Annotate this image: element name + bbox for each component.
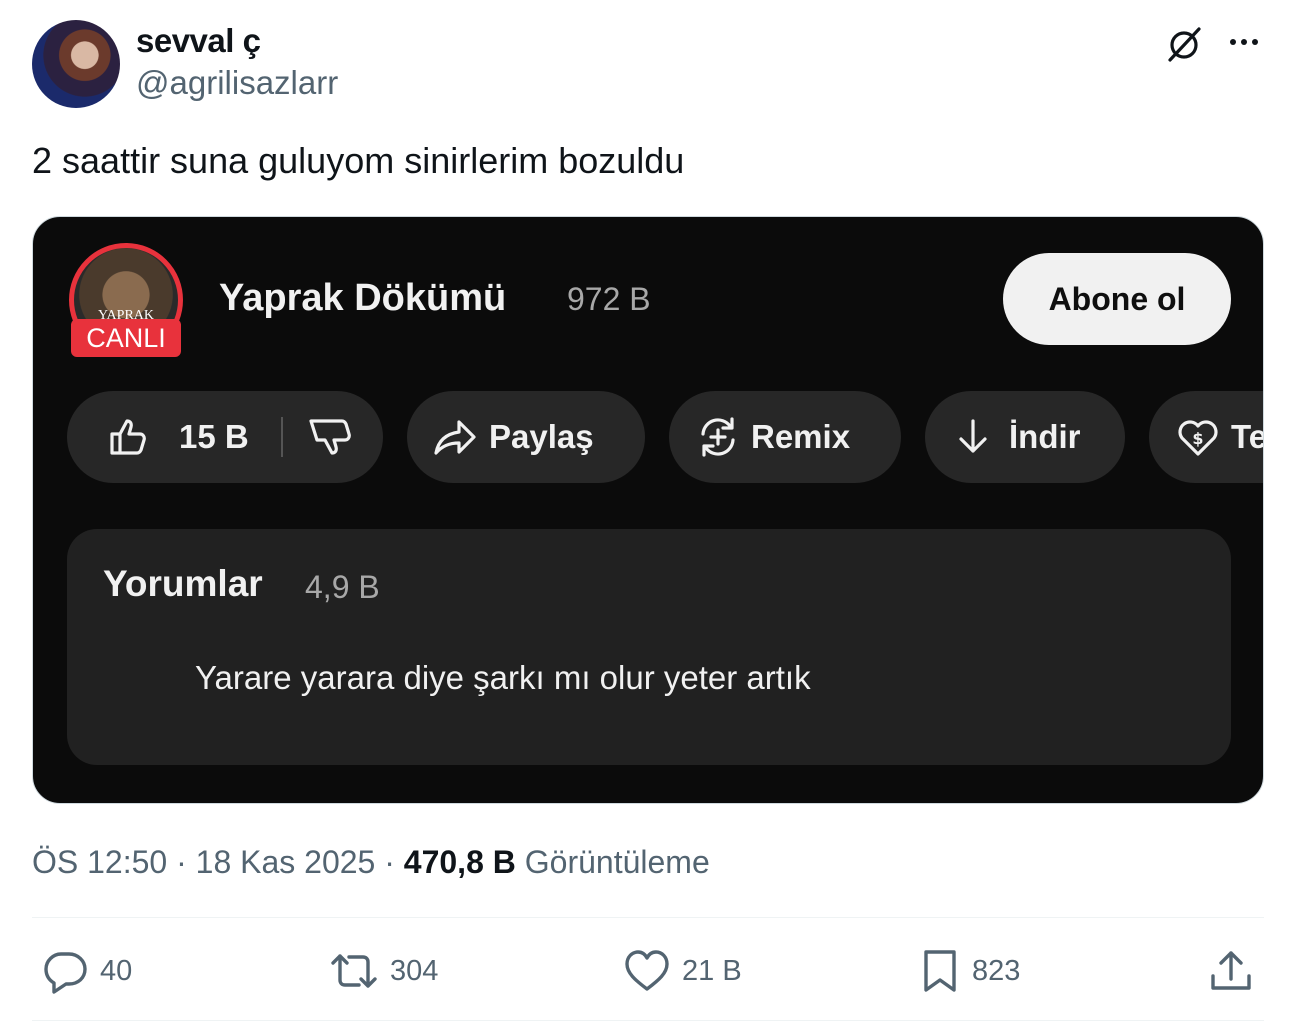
comments-panel: Yorumlar 4,9 B Yarare yarara diye şarkı … xyxy=(67,529,1231,765)
reply-icon xyxy=(44,952,87,994)
author-avatar[interactable] xyxy=(32,20,120,108)
channel-name: Yaprak Dökümü xyxy=(219,277,507,319)
channel-subscriber-count: 972 B xyxy=(567,281,651,317)
view-count: 470,8 B xyxy=(403,844,516,880)
share-pill: Paylaş xyxy=(407,391,645,483)
svg-text:$: $ xyxy=(1192,429,1203,448)
share-label: Paylaş xyxy=(489,418,594,455)
share-arrow-icon xyxy=(434,420,476,455)
remix-icon xyxy=(701,417,735,457)
repost-button[interactable]: 304 xyxy=(330,948,438,994)
bookmark-button[interactable]: 823 xyxy=(920,948,1020,994)
share-icon xyxy=(1211,951,1251,990)
pill-separator xyxy=(280,417,283,457)
more-icon[interactable] xyxy=(1224,22,1264,62)
download-icon xyxy=(959,419,987,453)
remix-pill: Remix xyxy=(669,391,901,483)
repost-icon xyxy=(331,954,377,988)
live-badge: CANLI xyxy=(71,319,181,357)
download-label: İndir xyxy=(1009,418,1081,455)
comments-count: 4,9 B xyxy=(305,569,380,605)
share-button[interactable] xyxy=(1208,948,1254,994)
tweet-date[interactable]: 18 Kas 2025 xyxy=(196,844,376,880)
top-comment-text: Yarare yarara diye şarkı mı olur yeter a… xyxy=(195,659,811,696)
reply-button[interactable]: 40 xyxy=(42,948,132,994)
tweet-time[interactable]: ÖS 12:50 xyxy=(32,844,167,880)
thanks-label: Te xyxy=(1231,418,1264,455)
like-count: 21 B xyxy=(682,954,742,987)
bookmark-count: 823 xyxy=(972,954,1021,987)
grok-icon[interactable] xyxy=(1164,24,1204,64)
tweet-media-image[interactable]: YAPRAK CANLI Yaprak Dökümü 972 B Abone o… xyxy=(32,216,1264,804)
thanks-pill: $ Te xyxy=(1149,391,1264,483)
thumbs-down-icon xyxy=(309,419,351,455)
thumbs-up-icon xyxy=(110,419,146,455)
like-dislike-pill: 15 B xyxy=(67,391,383,483)
remix-label: Remix xyxy=(751,418,851,455)
bookmark-icon xyxy=(924,950,956,992)
tweet-text: 2 saattir suna guluyom sinirlerim bozuld… xyxy=(32,140,685,181)
author-display-name[interactable]: sevval ç xyxy=(136,22,261,60)
download-pill: İndir xyxy=(925,391,1125,483)
bottom-divider xyxy=(32,1020,1264,1021)
video-like-count: 15 B xyxy=(179,418,249,455)
tweet-meta: ÖS 12:50 · 18 Kas 2025 · 470,8 B Görüntü… xyxy=(32,844,710,880)
heart-dollar-icon: $ xyxy=(1178,420,1218,456)
repost-count: 304 xyxy=(390,954,439,987)
divider xyxy=(32,917,1264,918)
author-handle[interactable]: @agrilisazlarr xyxy=(136,64,338,102)
subscribe-button: Abone ol xyxy=(1003,253,1231,345)
views-label: Görüntüleme xyxy=(524,844,710,880)
like-button[interactable]: 21 B xyxy=(624,948,742,994)
like-icon xyxy=(625,950,669,991)
reply-count: 40 xyxy=(100,954,133,987)
comments-title: Yorumlar xyxy=(103,563,263,604)
